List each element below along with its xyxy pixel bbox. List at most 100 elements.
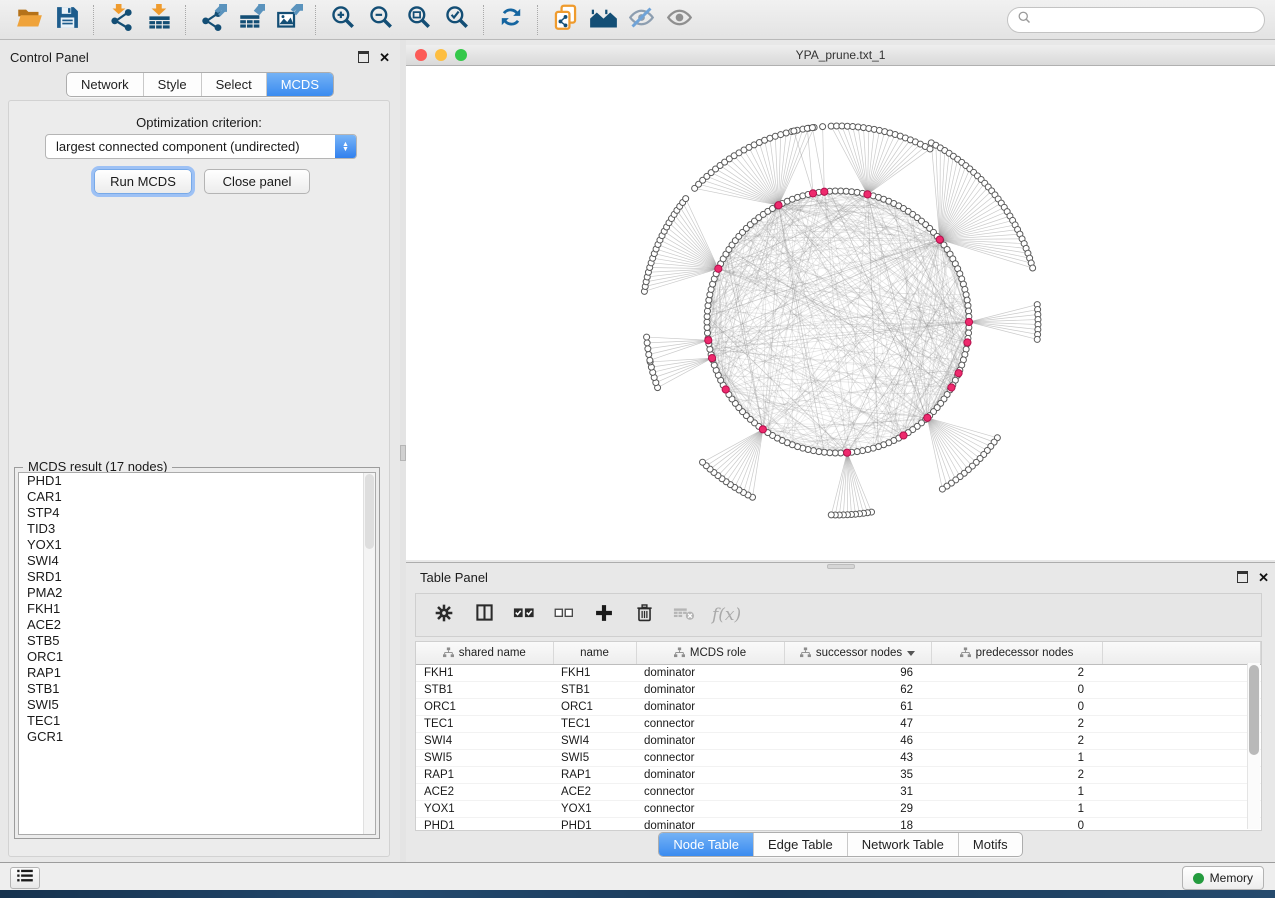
table-cell[interactable]: dominator	[636, 699, 784, 716]
table-row[interactable]: SWI5SWI5connector431	[416, 750, 1261, 767]
table-row[interactable]: STB1STB1dominator620	[416, 682, 1261, 699]
zoom-selected-button[interactable]	[438, 4, 476, 36]
network-window-titlebar[interactable]: YPA_prune.txt_1	[406, 45, 1275, 66]
open-session-button[interactable]	[10, 4, 48, 36]
table-cell[interactable]: connector	[636, 716, 784, 733]
search-input[interactable]	[1032, 12, 1255, 28]
table-cell[interactable]: connector	[636, 750, 784, 767]
table-cell[interactable]: 61	[784, 699, 931, 716]
refresh-button[interactable]	[492, 4, 530, 36]
table-cell[interactable]: TEC1	[416, 716, 553, 733]
table-cell[interactable]: 35	[784, 767, 931, 784]
table-cell[interactable]: 62	[784, 682, 931, 699]
table-row[interactable]: ORC1ORC1dominator610	[416, 699, 1261, 716]
table-cell[interactable]: SWI4	[553, 733, 636, 750]
table-cell[interactable]: FKH1	[416, 665, 553, 682]
run-mcds-button[interactable]: Run MCDS	[94, 169, 192, 194]
table-cell[interactable]: ORC1	[416, 699, 553, 716]
list-item[interactable]: GCR1	[19, 729, 375, 745]
close-table-panel-icon[interactable]: ✕	[1258, 571, 1269, 584]
column-header-predecessor-nodes[interactable]: predecessor nodes	[931, 642, 1102, 665]
table-row[interactable]: ACE2ACE2connector311	[416, 784, 1261, 801]
table-cell[interactable]: 31	[784, 784, 931, 801]
hide-selected-button[interactable]	[622, 4, 660, 36]
export-image-button[interactable]	[270, 4, 308, 36]
table-settings-button[interactable]	[432, 603, 456, 627]
table-cell[interactable]: TEC1	[553, 716, 636, 733]
table-cell[interactable]: SWI5	[416, 750, 553, 767]
list-item[interactable]: SRD1	[19, 569, 375, 585]
table-cell[interactable]: 0	[931, 682, 1102, 699]
table-cell[interactable]: 0	[931, 699, 1102, 716]
table-cell[interactable]: 2	[931, 767, 1102, 784]
list-item[interactable]: SWI5	[19, 697, 375, 713]
table-row[interactable]: YOX1YOX1connector291	[416, 801, 1261, 818]
list-item[interactable]: CAR1	[19, 489, 375, 505]
table-row[interactable]: FKH1FKH1dominator962	[416, 665, 1261, 682]
list-item[interactable]: YOX1	[19, 537, 375, 553]
table-cell[interactable]: YOX1	[416, 801, 553, 818]
first-neighbors-button[interactable]	[584, 4, 622, 36]
table-cell[interactable]: 1	[931, 750, 1102, 767]
table-cell[interactable]: STB1	[416, 682, 553, 699]
function-builder-button[interactable]: f(x)	[712, 605, 741, 625]
zoom-fit-button[interactable]	[400, 4, 438, 36]
column-header-name[interactable]: name	[553, 642, 636, 665]
mcds-list-scrollbar[interactable]	[363, 473, 375, 834]
table-cell[interactable]: dominator	[636, 665, 784, 682]
list-item[interactable]: PHD1	[19, 473, 375, 489]
table-cell[interactable]: 46	[784, 733, 931, 750]
table-cell[interactable]: ORC1	[553, 699, 636, 716]
save-session-button[interactable]	[48, 4, 86, 36]
list-item[interactable]: STB5	[19, 633, 375, 649]
new-network-from-selection-button[interactable]	[546, 4, 584, 36]
table-cell[interactable]: 47	[784, 716, 931, 733]
table-cell[interactable]: PHD1	[416, 818, 553, 832]
tab-style[interactable]: Style	[143, 73, 201, 96]
table-cell[interactable]: 0	[931, 818, 1102, 832]
list-item[interactable]: SWI4	[19, 553, 375, 569]
zoom-out-button[interactable]	[362, 4, 400, 36]
list-item[interactable]: FKH1	[19, 601, 375, 617]
table-row[interactable]: TEC1TEC1connector472	[416, 716, 1261, 733]
tab-edge-table[interactable]: Edge Table	[753, 833, 847, 856]
tab-node-table[interactable]: Node Table	[659, 833, 753, 856]
table-row[interactable]: RAP1RAP1dominator352	[416, 767, 1261, 784]
table-cell[interactable]: RAP1	[416, 767, 553, 784]
select-all-button[interactable]	[512, 603, 536, 627]
table-cell[interactable]: dominator	[636, 767, 784, 784]
table-cell[interactable]: SWI5	[553, 750, 636, 767]
list-item[interactable]: TEC1	[19, 713, 375, 729]
tab-motifs[interactable]: Motifs	[958, 833, 1022, 856]
table-cell[interactable]: 2	[931, 733, 1102, 750]
memory-button[interactable]: Memory	[1182, 866, 1264, 890]
table-cell[interactable]: connector	[636, 801, 784, 818]
add-column-button[interactable]	[592, 603, 616, 627]
table-cell[interactable]: 43	[784, 750, 931, 767]
table-row[interactable]: SWI4SWI4dominator462	[416, 733, 1261, 750]
table-cell[interactable]: ACE2	[416, 784, 553, 801]
float-table-panel-icon[interactable]	[1237, 571, 1248, 583]
tab-select[interactable]: Select	[201, 73, 266, 96]
float-panel-icon[interactable]	[358, 51, 369, 63]
show-column-panel-button[interactable]	[472, 603, 496, 627]
close-panel-icon[interactable]: ✕	[379, 51, 390, 64]
list-item[interactable]: STB1	[19, 681, 375, 697]
tab-mcds[interactable]: MCDS	[266, 73, 333, 96]
table-cell[interactable]: connector	[636, 784, 784, 801]
list-item[interactable]: STP4	[19, 505, 375, 521]
table-scrollbar[interactable]	[1247, 663, 1260, 829]
table-cell[interactable]: 2	[931, 716, 1102, 733]
deselect-all-button[interactable]	[552, 603, 576, 627]
network-canvas[interactable]	[406, 66, 1275, 560]
export-network-button[interactable]	[194, 4, 232, 36]
table-cell[interactable]: 96	[784, 665, 931, 682]
close-panel-button[interactable]: Close panel	[204, 169, 310, 194]
tab-network-table[interactable]: Network Table	[847, 833, 958, 856]
table-cell[interactable]: SWI4	[416, 733, 553, 750]
show-all-button[interactable]	[660, 4, 698, 36]
list-item[interactable]: TID3	[19, 521, 375, 537]
table-cell[interactable]: 1	[931, 784, 1102, 801]
table-cell[interactable]: dominator	[636, 682, 784, 699]
column-header-shared-name[interactable]: shared name	[416, 642, 553, 665]
